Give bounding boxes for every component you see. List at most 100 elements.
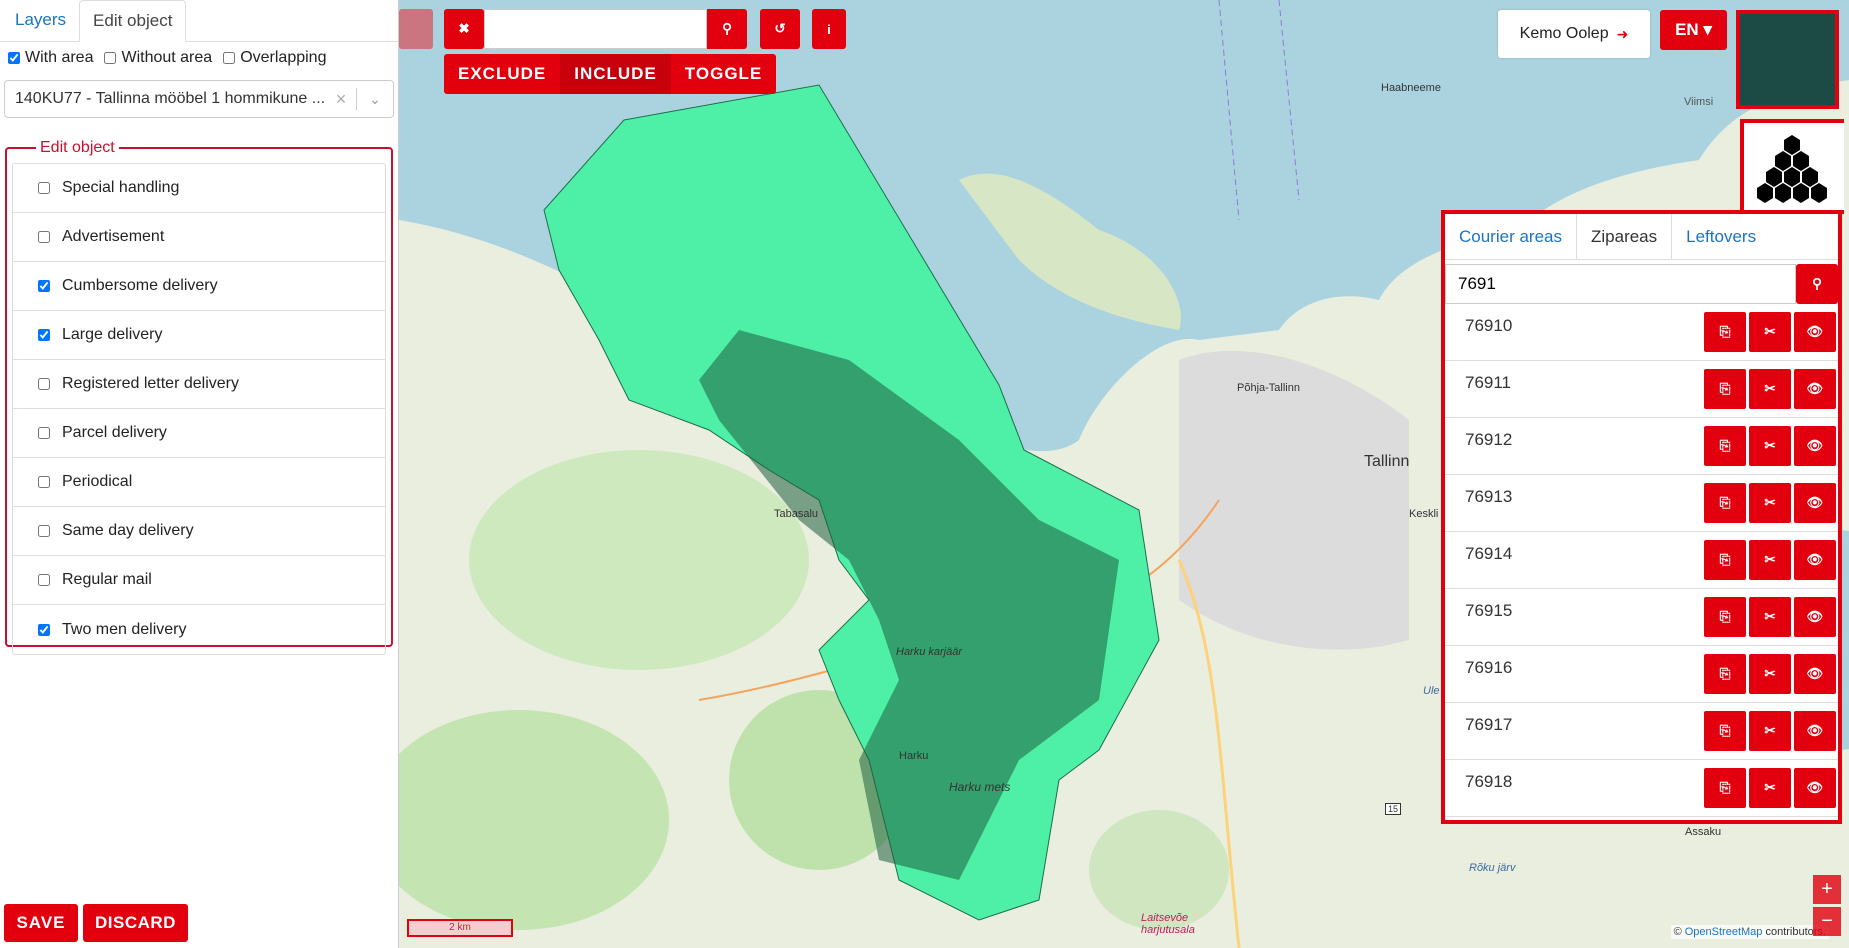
zoom-in-button[interactable]: +	[1813, 875, 1841, 904]
openstreetmap-link[interactable]: OpenStreetMap	[1685, 926, 1763, 938]
eye-icon[interactable]: 👁	[1794, 654, 1836, 694]
area-row[interactable]: 76914 ⎘ ✂ 👁	[1445, 532, 1838, 589]
option-same-day-delivery[interactable]: Same day delivery	[13, 507, 385, 556]
collapse-panel-button[interactable]	[399, 9, 433, 49]
area-row[interactable]: 76913 ⎘ ✂ 👁	[1445, 475, 1838, 532]
zoom-out-button[interactable]: −	[1813, 907, 1841, 936]
option-label: Parcel delivery	[62, 424, 167, 441]
area-row[interactable]: 76911 ⎘ ✂ 👁	[1445, 361, 1838, 418]
tab-zipareas[interactable]: Zipareas	[1576, 214, 1673, 259]
chevron-down-icon[interactable]: ⌄	[357, 91, 393, 108]
option-large-delivery[interactable]: Large delivery	[13, 311, 385, 360]
map-label: Tallinn	[1364, 453, 1410, 470]
area-row[interactable]: 76910 ⎘ ✂ 👁	[1445, 304, 1838, 361]
area-code: 76911	[1465, 373, 1512, 392]
copy-icon[interactable]: ⎘	[1704, 540, 1746, 580]
map-label: Harku mets	[949, 780, 1011, 794]
clear-select-icon[interactable]: ×	[326, 89, 356, 110]
option-cumbersome-delivery[interactable]: Cumbersome delivery	[13, 262, 385, 311]
copy-icon[interactable]: ⎘	[1704, 312, 1746, 352]
cumbersome-delivery-checkbox[interactable]	[38, 280, 50, 292]
tab-layers[interactable]: Layers	[2, 0, 79, 41]
user-button[interactable]: Kemo Oolep ➜	[1498, 10, 1650, 58]
without-area-checkbox[interactable]	[104, 52, 117, 64]
eye-icon[interactable]: 👁	[1794, 369, 1836, 409]
eye-icon[interactable]: 👁	[1794, 483, 1836, 523]
option-parcel-delivery[interactable]: Parcel delivery	[13, 409, 385, 458]
copy-icon[interactable]: ⎘	[1704, 426, 1746, 466]
overlapping-checkbox[interactable]	[223, 52, 236, 64]
close-icon[interactable]: ✖	[444, 9, 484, 49]
map-canvas[interactable]: Haabneeme Viimsi Põhja-Tallinn Tallinn K…	[399, 0, 1849, 948]
option-periodical[interactable]: Periodical	[13, 458, 385, 507]
periodical-checkbox[interactable]	[38, 476, 50, 488]
eye-icon[interactable]: 👁	[1794, 768, 1836, 808]
with-area-checkbox[interactable]	[8, 52, 20, 64]
search-icon[interactable]: ⚲	[707, 9, 747, 49]
copy-icon[interactable]: ⎘	[1704, 768, 1746, 808]
advertisement-checkbox[interactable]	[38, 231, 50, 243]
scissors-icon[interactable]: ✂	[1749, 483, 1791, 523]
copy-icon[interactable]: ⎘	[1704, 369, 1746, 409]
object-select[interactable]: 140KU77 - Tallinna mööbel 1 hommikune ..…	[4, 80, 394, 118]
discard-button[interactable]: DISCARD	[83, 904, 188, 942]
minimap-satellite-toggle[interactable]	[1736, 10, 1839, 109]
option-regular-mail[interactable]: Regular mail	[13, 556, 385, 605]
area-row[interactable]: 76912 ⎘ ✂ 👁	[1445, 418, 1838, 475]
eye-icon[interactable]: 👁	[1794, 540, 1836, 580]
eye-icon[interactable]: 👁	[1794, 426, 1836, 466]
area-row[interactable]: 76917 ⎘ ✂ 👁	[1445, 703, 1838, 760]
area-row[interactable]: 76916 ⎘ ✂ 👁	[1445, 646, 1838, 703]
tab-courier-areas[interactable]: Courier areas	[1445, 214, 1576, 259]
registered-letter-checkbox[interactable]	[38, 378, 50, 390]
filter-with-area[interactable]: With area	[8, 49, 93, 67]
copy-icon[interactable]: ⎘	[1704, 654, 1746, 694]
tab-leftovers[interactable]: Leftovers	[1672, 214, 1770, 259]
copy-icon[interactable]: ⎘	[1704, 483, 1746, 523]
scissors-icon[interactable]: ✂	[1749, 768, 1791, 808]
two-men-delivery-checkbox[interactable]	[38, 623, 50, 636]
road-number: 15	[1385, 803, 1402, 815]
option-advertisement[interactable]: Advertisement	[13, 213, 385, 262]
special-handling-checkbox[interactable]	[38, 182, 50, 194]
logout-icon[interactable]: ➜	[1617, 26, 1629, 43]
scissors-icon[interactable]: ✂	[1749, 597, 1791, 637]
option-special-handling[interactable]: Special handling	[13, 164, 385, 213]
filter-without-area[interactable]: Without area	[104, 49, 212, 67]
option-label: Registered letter delivery	[62, 375, 239, 392]
language-dropdown[interactable]: EN ▾	[1660, 10, 1727, 50]
scissors-icon[interactable]: ✂	[1749, 540, 1791, 580]
map-search-input[interactable]	[484, 9, 707, 49]
area-search-input[interactable]	[1445, 264, 1796, 304]
exclude-button[interactable]: EXCLUDE	[444, 54, 561, 94]
edit-object-fieldset: Edit object Special handling Advertiseme…	[5, 139, 393, 655]
area-row[interactable]: 76915 ⎘ ✂ 👁	[1445, 589, 1838, 646]
option-two-men-delivery[interactable]: Two men delivery	[13, 605, 385, 654]
area-code: 76917	[1465, 715, 1513, 734]
scissors-icon[interactable]: ✂	[1749, 426, 1791, 466]
copy-icon[interactable]: ⎘	[1704, 711, 1746, 751]
include-button[interactable]: INCLUDE	[560, 54, 671, 94]
save-button[interactable]: SAVE	[4, 904, 78, 942]
eye-icon[interactable]: 👁	[1794, 312, 1836, 352]
search-icon[interactable]: ⚲	[1796, 264, 1838, 304]
scissors-icon[interactable]: ✂	[1749, 312, 1791, 352]
large-delivery-checkbox[interactable]	[38, 329, 50, 341]
scissors-icon[interactable]: ✂	[1749, 369, 1791, 409]
filter-overlapping[interactable]: Overlapping	[223, 49, 326, 67]
scissors-icon[interactable]: ✂	[1749, 654, 1791, 694]
toggle-button[interactable]: TOGGLE	[670, 54, 777, 94]
eye-icon[interactable]: 👁	[1794, 597, 1836, 637]
scissors-icon[interactable]: ✂	[1749, 711, 1791, 751]
undo-icon[interactable]: ↺	[760, 9, 800, 49]
eye-icon[interactable]: 👁	[1794, 711, 1836, 751]
area-row[interactable]: 76918 ⎘ ✂ 👁	[1445, 760, 1838, 817]
regular-mail-checkbox[interactable]	[38, 574, 50, 586]
option-registered-letter[interactable]: Registered letter delivery	[13, 360, 385, 409]
info-icon[interactable]: i	[812, 9, 846, 49]
copy-icon[interactable]: ⎘	[1704, 597, 1746, 637]
tab-edit-object[interactable]: Edit object	[79, 0, 187, 42]
selection-mode-group: EXCLUDE INCLUDE TOGGLE	[444, 54, 777, 94]
parcel-delivery-checkbox[interactable]	[38, 427, 50, 439]
same-day-delivery-checkbox[interactable]	[38, 525, 50, 537]
